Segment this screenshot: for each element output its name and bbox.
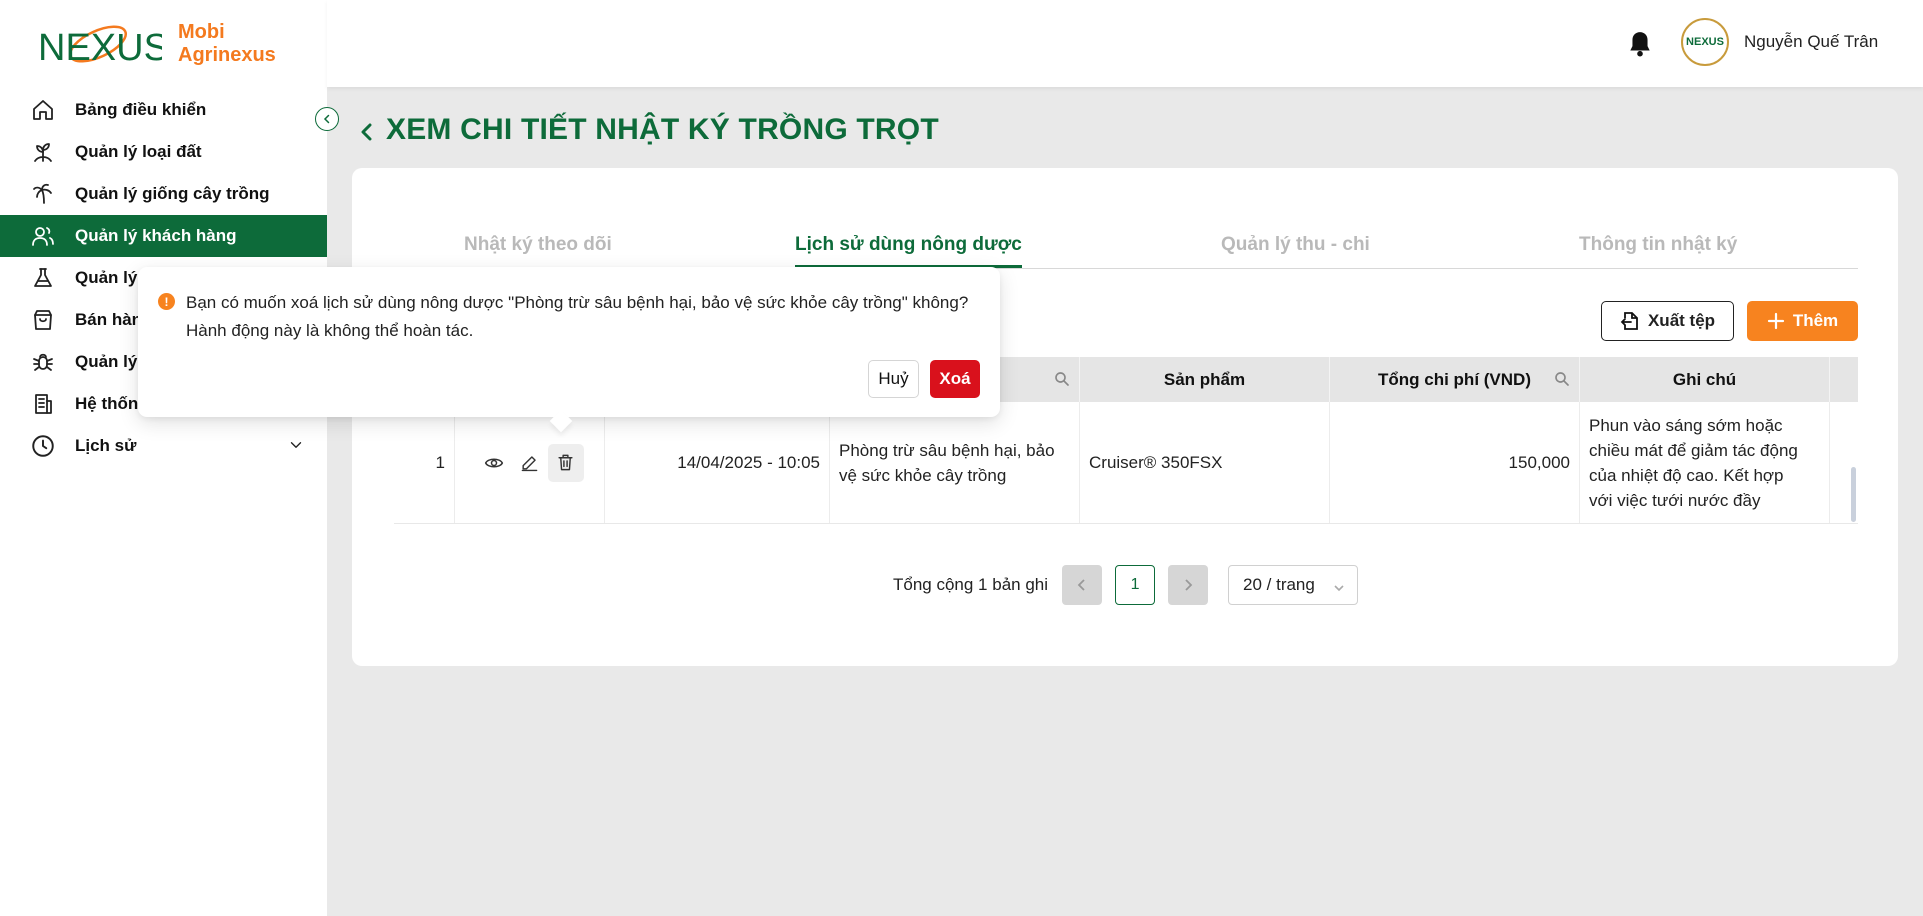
bug-icon xyxy=(30,349,56,375)
cell-note: Phun vào sáng sớm hoặc chiều mát để giảm… xyxy=(1580,402,1830,523)
chevron-left-icon xyxy=(323,114,330,124)
sidebar-item-label: Quản lý khách hàng xyxy=(75,226,237,245)
top-header: NEXUS Nguyễn Quế Trân xyxy=(327,0,1923,87)
brand-logo[interactable]: NEXUS Mobi Agrinexus xyxy=(36,16,276,72)
column-header-extra xyxy=(1830,357,1858,402)
cell-product: Cruiser® 350FSX xyxy=(1080,402,1330,523)
content-card: Nhật ký theo dõi Lịch sử dùng nông dược … xyxy=(352,168,1898,666)
sidebar-item-history[interactable]: Lịch sử xyxy=(0,425,327,467)
tab-tracking-log[interactable]: Nhật ký theo dõi xyxy=(464,220,612,268)
page-size-select[interactable]: 20 / trang xyxy=(1228,565,1359,605)
back-button[interactable] xyxy=(358,120,376,149)
sidebar-item-label: Quản lý loại đất xyxy=(75,142,202,161)
sidebar-item-label: Quản lý xyxy=(75,352,138,371)
chevron-left-icon xyxy=(1077,579,1085,591)
eye-icon xyxy=(484,458,503,467)
cell-index: 1 xyxy=(394,402,455,523)
avatar[interactable]: NEXUS xyxy=(1681,18,1729,66)
confirm-message-line1: Bạn có muốn xoá lịch sử dùng nông dược "… xyxy=(186,293,969,312)
delete-button[interactable] xyxy=(547,443,584,482)
edit-button[interactable] xyxy=(512,444,548,482)
soil-sprout-icon xyxy=(30,139,56,165)
confirm-message-line2: Hành động này là không thể hoàn tác. xyxy=(186,321,474,340)
column-header-product: Sản phẩm xyxy=(1080,357,1330,402)
sidebar-item-dashboard[interactable]: Bảng điều khiển xyxy=(0,89,327,131)
shopping-bag-icon xyxy=(30,307,56,333)
brand-line2: Agrinexus xyxy=(178,44,276,66)
sidebar-item-label: Lịch sử xyxy=(75,436,137,455)
sidebar-collapse-button[interactable] xyxy=(315,107,339,131)
clock-history-icon xyxy=(30,433,56,459)
logo-orbit-icon: NEXUS xyxy=(38,25,169,69)
sidebar-item-label: Bảng điều khiển xyxy=(75,100,207,119)
note-scrollbar[interactable] xyxy=(1851,467,1856,522)
cell-purpose: Phòng trừ sâu bệnh hại, bảo vệ sức khỏe … xyxy=(830,402,1080,523)
bell-icon[interactable] xyxy=(1627,30,1653,63)
chevron-right-icon xyxy=(1185,579,1193,591)
add-button[interactable]: Thêm xyxy=(1747,301,1858,341)
column-header-label: Tổng chi phí (VND) xyxy=(1378,369,1531,389)
chevron-down-icon xyxy=(287,436,305,459)
confirm-message: Bạn có muốn xoá lịch sử dùng nông dược "… xyxy=(186,289,986,345)
export-label: Xuất tệp xyxy=(1647,311,1716,330)
sidebar: NEXUS Mobi Agrinexus Bảng điều khiển Quả… xyxy=(0,0,327,916)
cell-actions xyxy=(455,402,605,523)
sidebar-item-customers[interactable]: Quản lý khách hàng xyxy=(0,215,327,257)
home-icon xyxy=(30,97,56,123)
prev-page-button[interactable] xyxy=(1062,565,1103,605)
flask-icon xyxy=(30,265,56,291)
brand-line1: Mobi xyxy=(178,21,225,43)
page-size-value: 20 / trang xyxy=(1243,575,1315,594)
avatar-logo-text: NEXUS xyxy=(1686,36,1724,48)
column-header-total-cost[interactable]: Tổng chi phí (VND) xyxy=(1330,357,1580,402)
export-button[interactable]: Xuất tệp xyxy=(1601,301,1734,341)
nexus-logo-mark: NEXUS xyxy=(36,16,169,72)
sidebar-item-soil[interactable]: Quản lý loại đất xyxy=(0,131,327,173)
view-button[interactable] xyxy=(476,444,512,482)
confirm-delete-button[interactable]: Xoá xyxy=(930,360,980,398)
warning-icon: ! xyxy=(158,293,175,310)
tab-income-expense[interactable]: Quản lý thu - chi xyxy=(1221,220,1370,268)
page-number-button[interactable]: 1 xyxy=(1115,565,1156,605)
palm-tree-icon xyxy=(30,181,56,207)
file-export-icon xyxy=(1620,312,1638,330)
tab-log-info[interactable]: Thông tin nhật ký xyxy=(1579,220,1737,268)
user-name[interactable]: Nguyễn Quế Trân xyxy=(1744,32,1878,52)
column-header-note: Ghi chú xyxy=(1580,357,1830,402)
page-title: XEM CHI TIẾT NHẬT KÝ TRỒNG TRỌT xyxy=(386,113,939,146)
chevron-left-icon xyxy=(361,123,372,141)
cell-total-cost: 150,000 xyxy=(1330,402,1580,523)
tab-bar: Nhật ký theo dõi Lịch sử dùng nông dược … xyxy=(394,220,1858,269)
cancel-button[interactable]: Huỷ xyxy=(868,360,919,398)
pencil-icon xyxy=(521,456,538,472)
table-row[interactable]: 1 14/04/2025 - 10:05 Phòng trừ sâu bệnh … xyxy=(394,402,1858,524)
svg-text:NEXUS: NEXUS xyxy=(38,27,162,69)
pagination: Tổng cộng 1 bản ghi 1 20 / trang xyxy=(893,565,1359,605)
sidebar-item-label: Bán hàn xyxy=(75,310,143,329)
plus-icon xyxy=(1767,312,1784,330)
trash-icon xyxy=(558,454,573,471)
sidebar-item-label: Quản lý xyxy=(75,268,138,287)
add-label: Thêm xyxy=(1792,311,1839,330)
building-icon xyxy=(30,391,56,417)
sidebar-item-crop-varieties[interactable]: Quản lý giống cây trồng xyxy=(0,173,327,215)
delete-confirm-popover: ! Bạn có muốn xoá lịch sử dùng nông dược… xyxy=(138,267,1000,417)
sidebar-item-label: Quản lý giống cây trồng xyxy=(75,184,270,203)
chevron-down-icon xyxy=(1333,579,1345,599)
tab-pesticide-history[interactable]: Lịch sử dùng nông dược xyxy=(795,220,1022,268)
cell-datetime: 14/04/2025 - 10:05 xyxy=(605,402,830,523)
total-records-text: Tổng cộng 1 bản ghi xyxy=(893,575,1049,594)
users-icon xyxy=(30,223,56,249)
search-icon[interactable] xyxy=(1053,370,1071,393)
brand-name: Mobi Agrinexus xyxy=(178,21,276,67)
next-page-button[interactable] xyxy=(1168,565,1209,605)
search-icon[interactable] xyxy=(1553,370,1571,393)
